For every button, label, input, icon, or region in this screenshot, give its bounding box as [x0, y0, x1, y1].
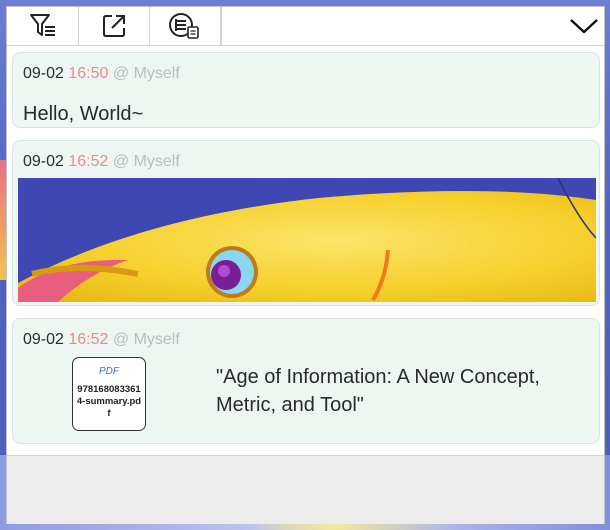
toolbar-divider: [220, 7, 222, 45]
message-card-file[interactable]: 09-02 16:52 @ Myself PDF 9781680833614-s…: [12, 318, 600, 444]
message-list[interactable]: 09-02 16:50 @ Myself Hello, World~ 09-02…: [7, 46, 604, 453]
file-title: "Age of Information: A New Concept, Metr…: [216, 366, 540, 416]
message-image[interactable]: [18, 178, 596, 302]
message-card-image[interactable]: 09-02 16:52 @ Myself: [12, 140, 600, 306]
message-date: 09-02: [23, 153, 64, 170]
open-external-icon: [102, 15, 125, 37]
message-user: @ Myself: [112, 331, 180, 348]
open-external-button[interactable]: [78, 7, 150, 45]
filter-list-icon: [29, 14, 55, 36]
message-time: 16:52: [68, 153, 109, 170]
message-time: 16:50: [68, 65, 109, 82]
panel-footer: [7, 455, 604, 524]
log-list-button[interactable]: [149, 7, 221, 45]
toolbar: [7, 7, 604, 46]
collapse-button[interactable]: [568, 11, 600, 41]
message-user: @ Myself: [112, 153, 180, 170]
message-meta: 09-02 16:52 @ Myself: [23, 330, 180, 350]
message-meta: 09-02 16:50 @ Myself: [23, 64, 180, 84]
message-time: 16:52: [68, 331, 109, 348]
message-text: Hello, World~: [23, 103, 144, 125]
log-list-icon: [168, 13, 199, 39]
clipboard-panel: 09-02 16:50 @ Myself Hello, World~ 09-02…: [6, 6, 605, 524]
chevron-down-icon: [570, 19, 598, 34]
message-meta: 09-02 16:52 @ Myself: [23, 152, 180, 172]
filter-button[interactable]: [7, 7, 79, 45]
message-card-text[interactable]: 09-02 16:50 @ Myself Hello, World~: [12, 52, 600, 128]
file-type-label: PDF: [99, 366, 119, 377]
message-date: 09-02: [23, 65, 64, 82]
pdf-file-icon[interactable]: PDF 9781680833614-summary.pdf: [72, 357, 146, 431]
fish-illustration: [18, 178, 596, 302]
message-date: 09-02: [23, 331, 64, 348]
message-user: @ Myself: [112, 65, 180, 82]
file-name: 9781680833614-summary.pdf: [76, 384, 142, 419]
